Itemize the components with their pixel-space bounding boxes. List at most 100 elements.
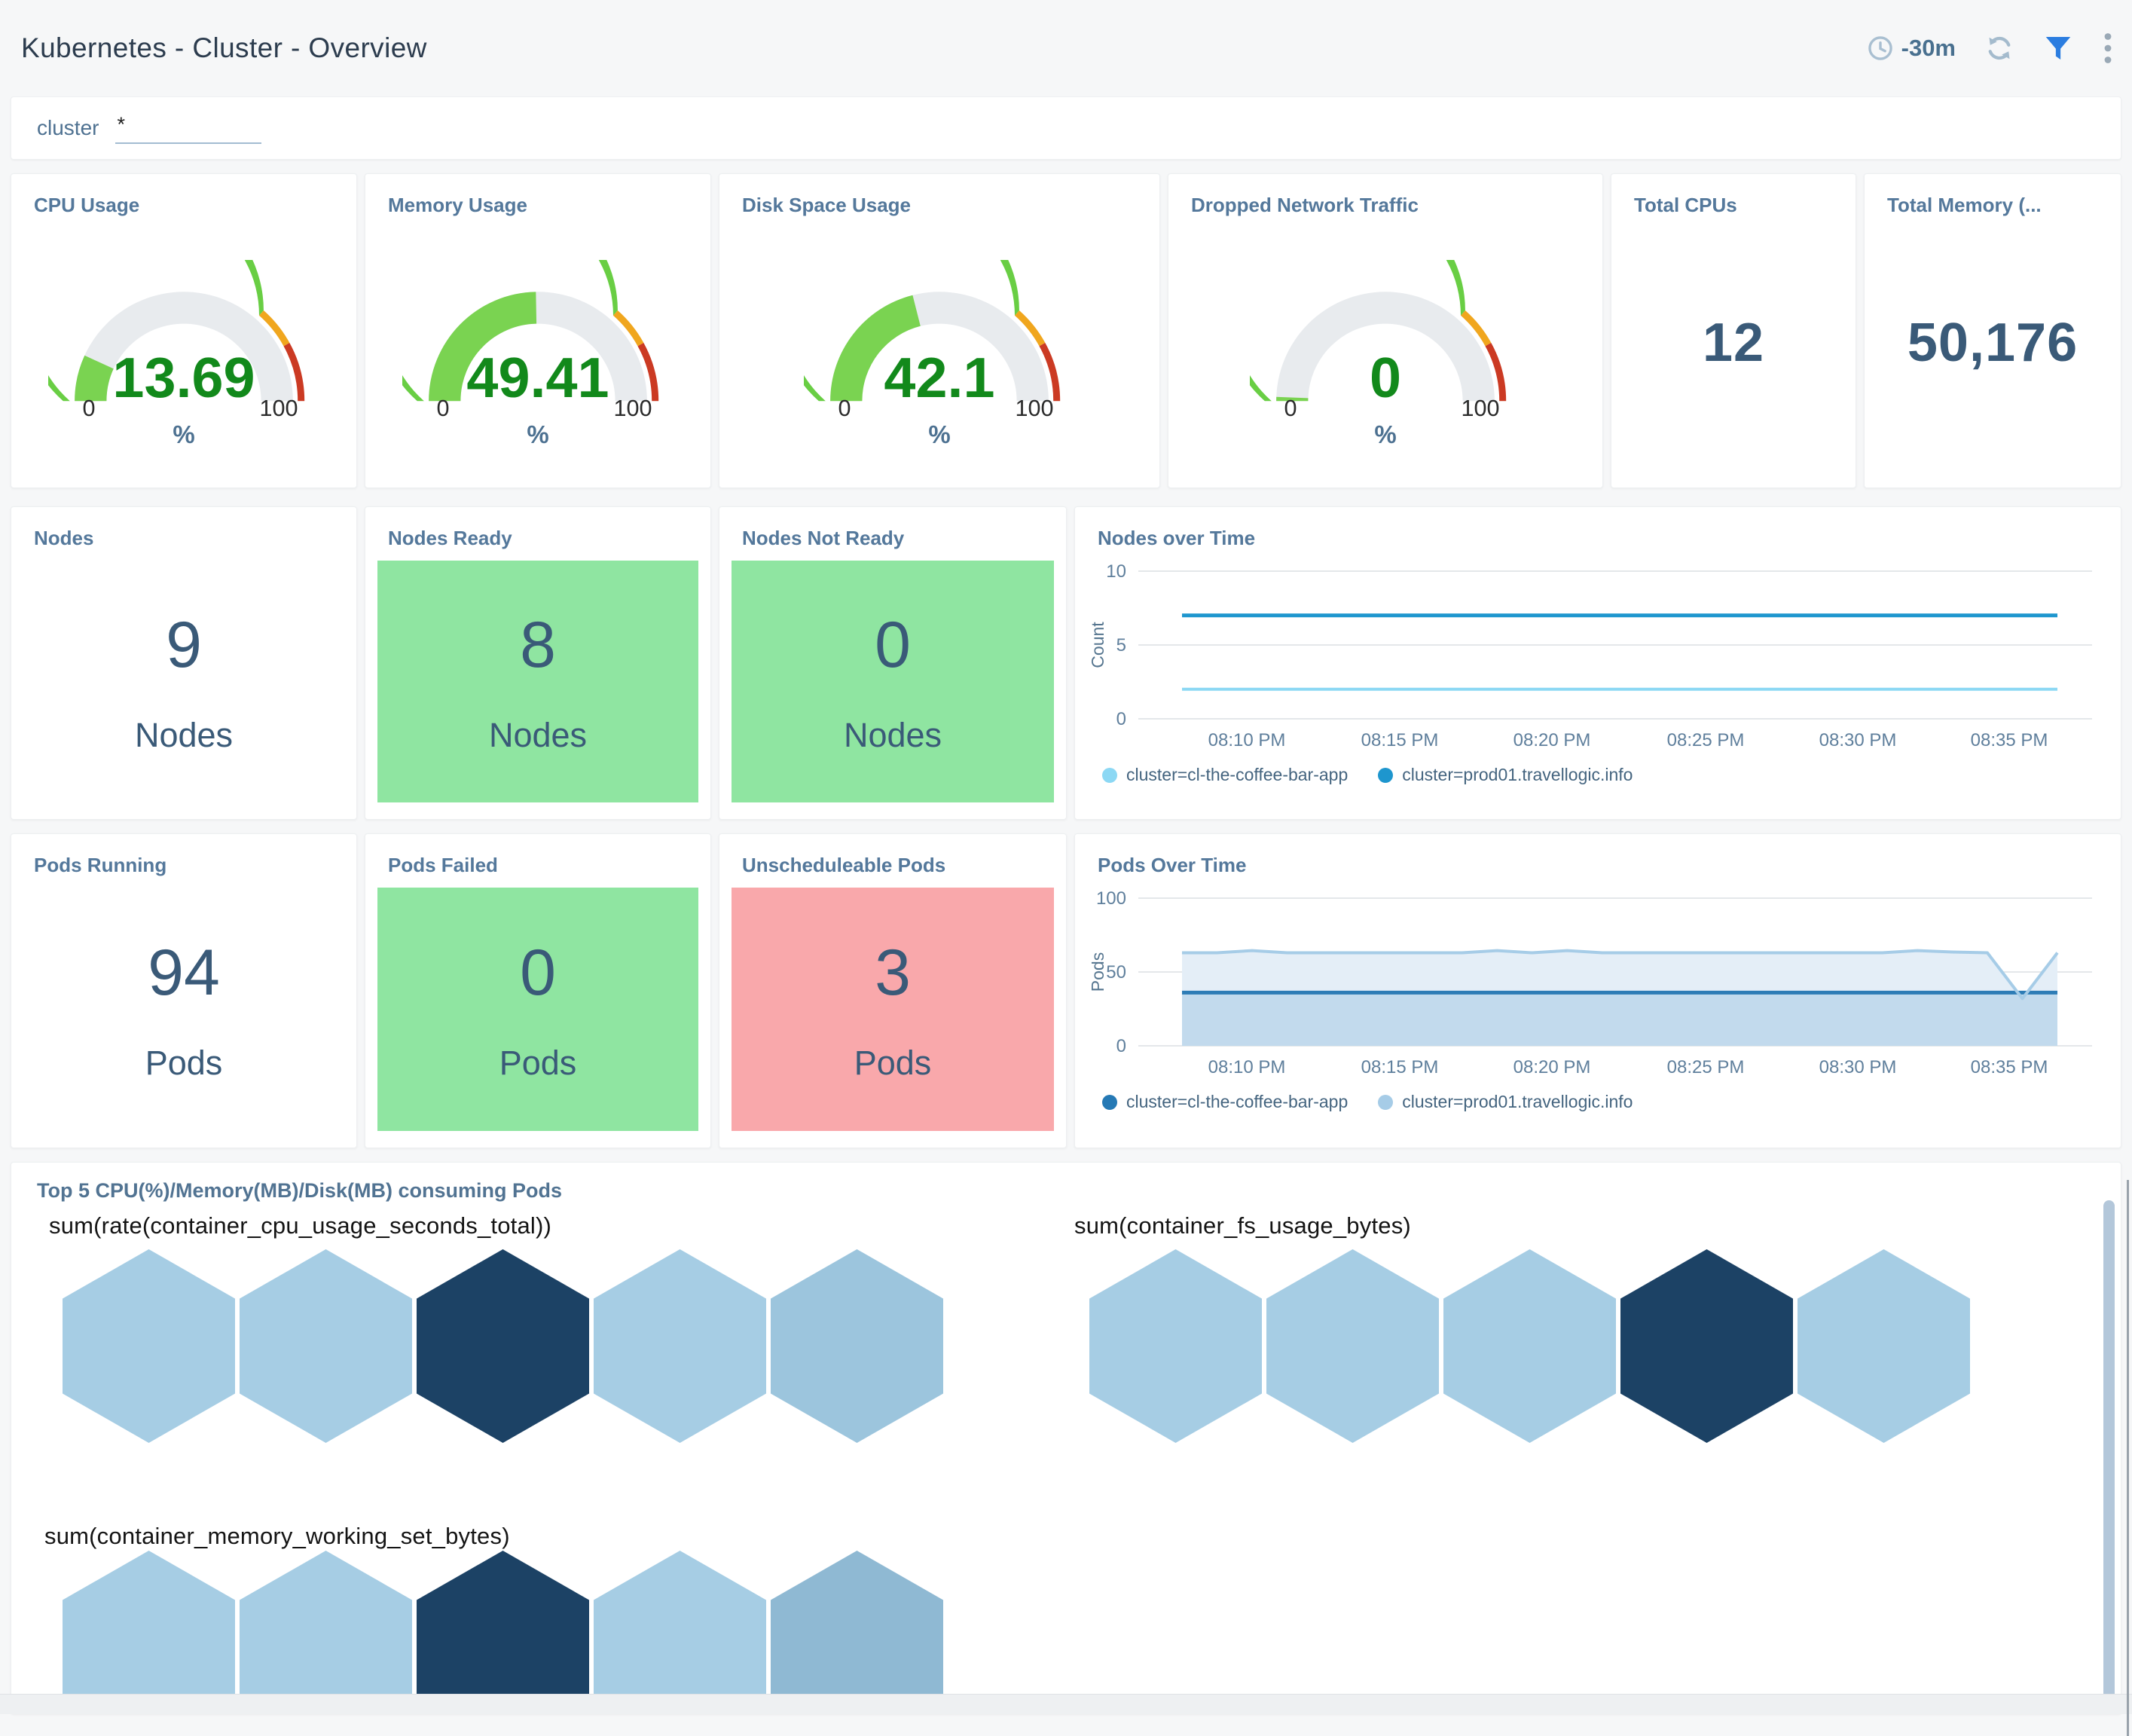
svg-text:13.69: 13.69 (112, 347, 255, 410)
panel-dropped-traffic: Dropped Network Traffic 00100 % (1168, 173, 1603, 488)
nodes-ready-count: 8 (520, 608, 556, 683)
panel-scrollbar-thumb[interactable] (2103, 1200, 2115, 1705)
legend-item[interactable]: cluster=cl-the-coffee-bar-app (1102, 765, 1348, 785)
legend-item[interactable]: cluster=prod01.travellogic.info (1378, 765, 1633, 785)
svg-text:0: 0 (82, 396, 95, 420)
pod-hexagon[interactable] (594, 1249, 766, 1443)
svg-text:08:20 PM: 08:20 PM (1513, 730, 1591, 750)
svg-text:42.1: 42.1 (884, 347, 994, 410)
svg-text:5: 5 (1116, 635, 1126, 656)
pod-hexagon[interactable] (240, 1249, 412, 1443)
svg-text:08:25 PM: 08:25 PM (1667, 1057, 1745, 1077)
panel-pods-running: Pods Running 94 Pods (11, 833, 357, 1148)
disk-usage-gauge: 42.10100 (804, 260, 1075, 420)
pod-hexagon[interactable] (594, 1551, 766, 1714)
panel-pods-failed: Pods Failed 0 Pods (365, 833, 711, 1148)
svg-text:100: 100 (1461, 396, 1499, 420)
hex-chart-label-memory: sum(container_memory_working_set_bytes) (44, 1523, 510, 1550)
legend-item[interactable]: cluster=prod01.travellogic.info (1378, 1092, 1633, 1112)
hex-chart-label-cpu: sum(rate(container_cpu_usage_seconds_tot… (49, 1212, 551, 1239)
panel-title: Total Memory (... (1865, 174, 2121, 217)
gauge-row: CPU Usage 13.690100 % Memory Usage 49.41… (11, 173, 2121, 488)
pod-hexagon[interactable] (1266, 1249, 1439, 1443)
pod-hexagon[interactable] (63, 1249, 235, 1443)
legend-dot (1102, 1095, 1117, 1110)
gauge-unit: % (527, 420, 548, 449)
pods-failed-count: 0 (520, 936, 556, 1010)
time-range-button[interactable]: -30m (1867, 35, 1956, 62)
hex-chart-cpu (63, 1249, 943, 1443)
svg-text:08:10 PM: 08:10 PM (1208, 1057, 1286, 1077)
pod-hexagon[interactable] (1443, 1249, 1616, 1443)
stat-label: Nodes (844, 716, 942, 755)
pods-over-time-chart[interactable]: 0 50 100 Pods 08:10 PM 08:15 PM 08:20 PM 08:25 … (1075, 877, 2121, 1087)
legend-label: cluster=cl-the-coffee-bar-app (1126, 1092, 1348, 1112)
filter-label: cluster (37, 116, 99, 140)
pod-hexagon[interactable] (771, 1551, 943, 1714)
svg-text:08:30 PM: 08:30 PM (1819, 1057, 1897, 1077)
svg-text:0: 0 (1116, 709, 1126, 729)
nodes-over-time-chart[interactable]: 0510Count08:10 PM08:15 PM08:20 PM08:25 P… (1075, 550, 2121, 760)
pod-hexagon[interactable] (1798, 1249, 1970, 1443)
panel-nodes-ready: Nodes Ready 8 Nodes (365, 506, 711, 820)
pod-hexagon[interactable] (417, 1551, 589, 1714)
svg-text:08:20 PM: 08:20 PM (1513, 1057, 1591, 1077)
status-block-green: 0 Pods (377, 888, 698, 1131)
memory-usage-gauge: 49.410100 (402, 260, 674, 420)
svg-text:49.41: 49.41 (466, 347, 609, 410)
total-memory-value: 50,176 (1865, 217, 2121, 487)
filter-icon[interactable] (2043, 33, 2073, 63)
pod-hexagon[interactable] (240, 1551, 412, 1714)
pod-hexagon[interactable] (1089, 1249, 1262, 1443)
legend-item[interactable]: cluster=cl-the-coffee-bar-app (1102, 1092, 1348, 1112)
gauge-unit: % (928, 420, 950, 449)
refresh-icon[interactable] (1984, 33, 2014, 63)
svg-text:08:35 PM: 08:35 PM (1971, 1057, 2048, 1077)
svg-text:100: 100 (613, 396, 652, 420)
svg-text:100: 100 (259, 396, 298, 420)
filter-bar: cluster (11, 96, 2121, 160)
panel-pods-over-time: Pods Over Time 0 50 100 Pods 08:10 PM 08:15 P… (1074, 833, 2121, 1148)
kebab-menu-icon[interactable] (2102, 32, 2114, 65)
legend-label: cluster=prod01.travellogic.info (1402, 1092, 1633, 1112)
pod-hexagon[interactable] (63, 1551, 235, 1714)
svg-text:08:30 PM: 08:30 PM (1819, 730, 1897, 750)
panel-title: Pods Over Time (1075, 834, 2121, 877)
header: Kubernetes - Cluster - Overview -30m (11, 0, 2121, 96)
hex-chart-memory (63, 1551, 943, 1714)
panel-title: Dropped Network Traffic (1168, 174, 1602, 217)
svg-text:100: 100 (1096, 888, 1126, 909)
svg-text:50: 50 (1106, 962, 1126, 983)
chart-legend: cluster=cl-the-coffee-bar-app cluster=pro… (1075, 1087, 2121, 1112)
panel-title: Nodes Ready (365, 507, 710, 550)
pod-hexagon[interactable] (1620, 1249, 1793, 1443)
panel-title: Nodes over Time (1075, 507, 2121, 550)
svg-text:08:10 PM: 08:10 PM (1208, 730, 1286, 750)
svg-text:100: 100 (1015, 396, 1053, 420)
status-block-green: 0 Nodes (732, 561, 1054, 802)
panel-title: Pods Failed (365, 834, 710, 877)
svg-text:08:15 PM: 08:15 PM (1361, 1057, 1439, 1077)
legend-dot (1378, 768, 1393, 783)
legend-dot (1378, 1095, 1393, 1110)
panel-title: Pods Running (11, 834, 356, 877)
svg-text:Pods: Pods (1092, 952, 1107, 992)
pod-hexagon[interactable] (417, 1249, 589, 1443)
panel-memory-usage: Memory Usage 49.410100 % (365, 173, 711, 488)
stat-label: Pods (499, 1044, 577, 1083)
dashboard-page: Kubernetes - Cluster - Overview -30m (0, 0, 2132, 1714)
unscheduleable-pods-count: 3 (875, 936, 911, 1010)
svg-text:0: 0 (1370, 347, 1401, 410)
svg-text:08:25 PM: 08:25 PM (1667, 730, 1745, 750)
window-scrollbar[interactable] (2127, 1180, 2129, 1736)
pods-running-count: 94 (148, 936, 220, 1010)
pod-hexagon[interactable] (771, 1249, 943, 1443)
panel-unscheduleable-pods: Unscheduleable Pods 3 Pods (719, 833, 1067, 1148)
stat-label: Pods (854, 1044, 932, 1083)
panel-nodes: Nodes 9 Nodes (11, 506, 357, 820)
page-title: Kubernetes - Cluster - Overview (21, 32, 427, 64)
cluster-filter-input[interactable] (115, 113, 261, 144)
svg-text:0: 0 (1116, 1036, 1126, 1056)
legend-label: cluster=cl-the-coffee-bar-app (1126, 765, 1348, 785)
stat-label: Nodes (489, 716, 587, 755)
